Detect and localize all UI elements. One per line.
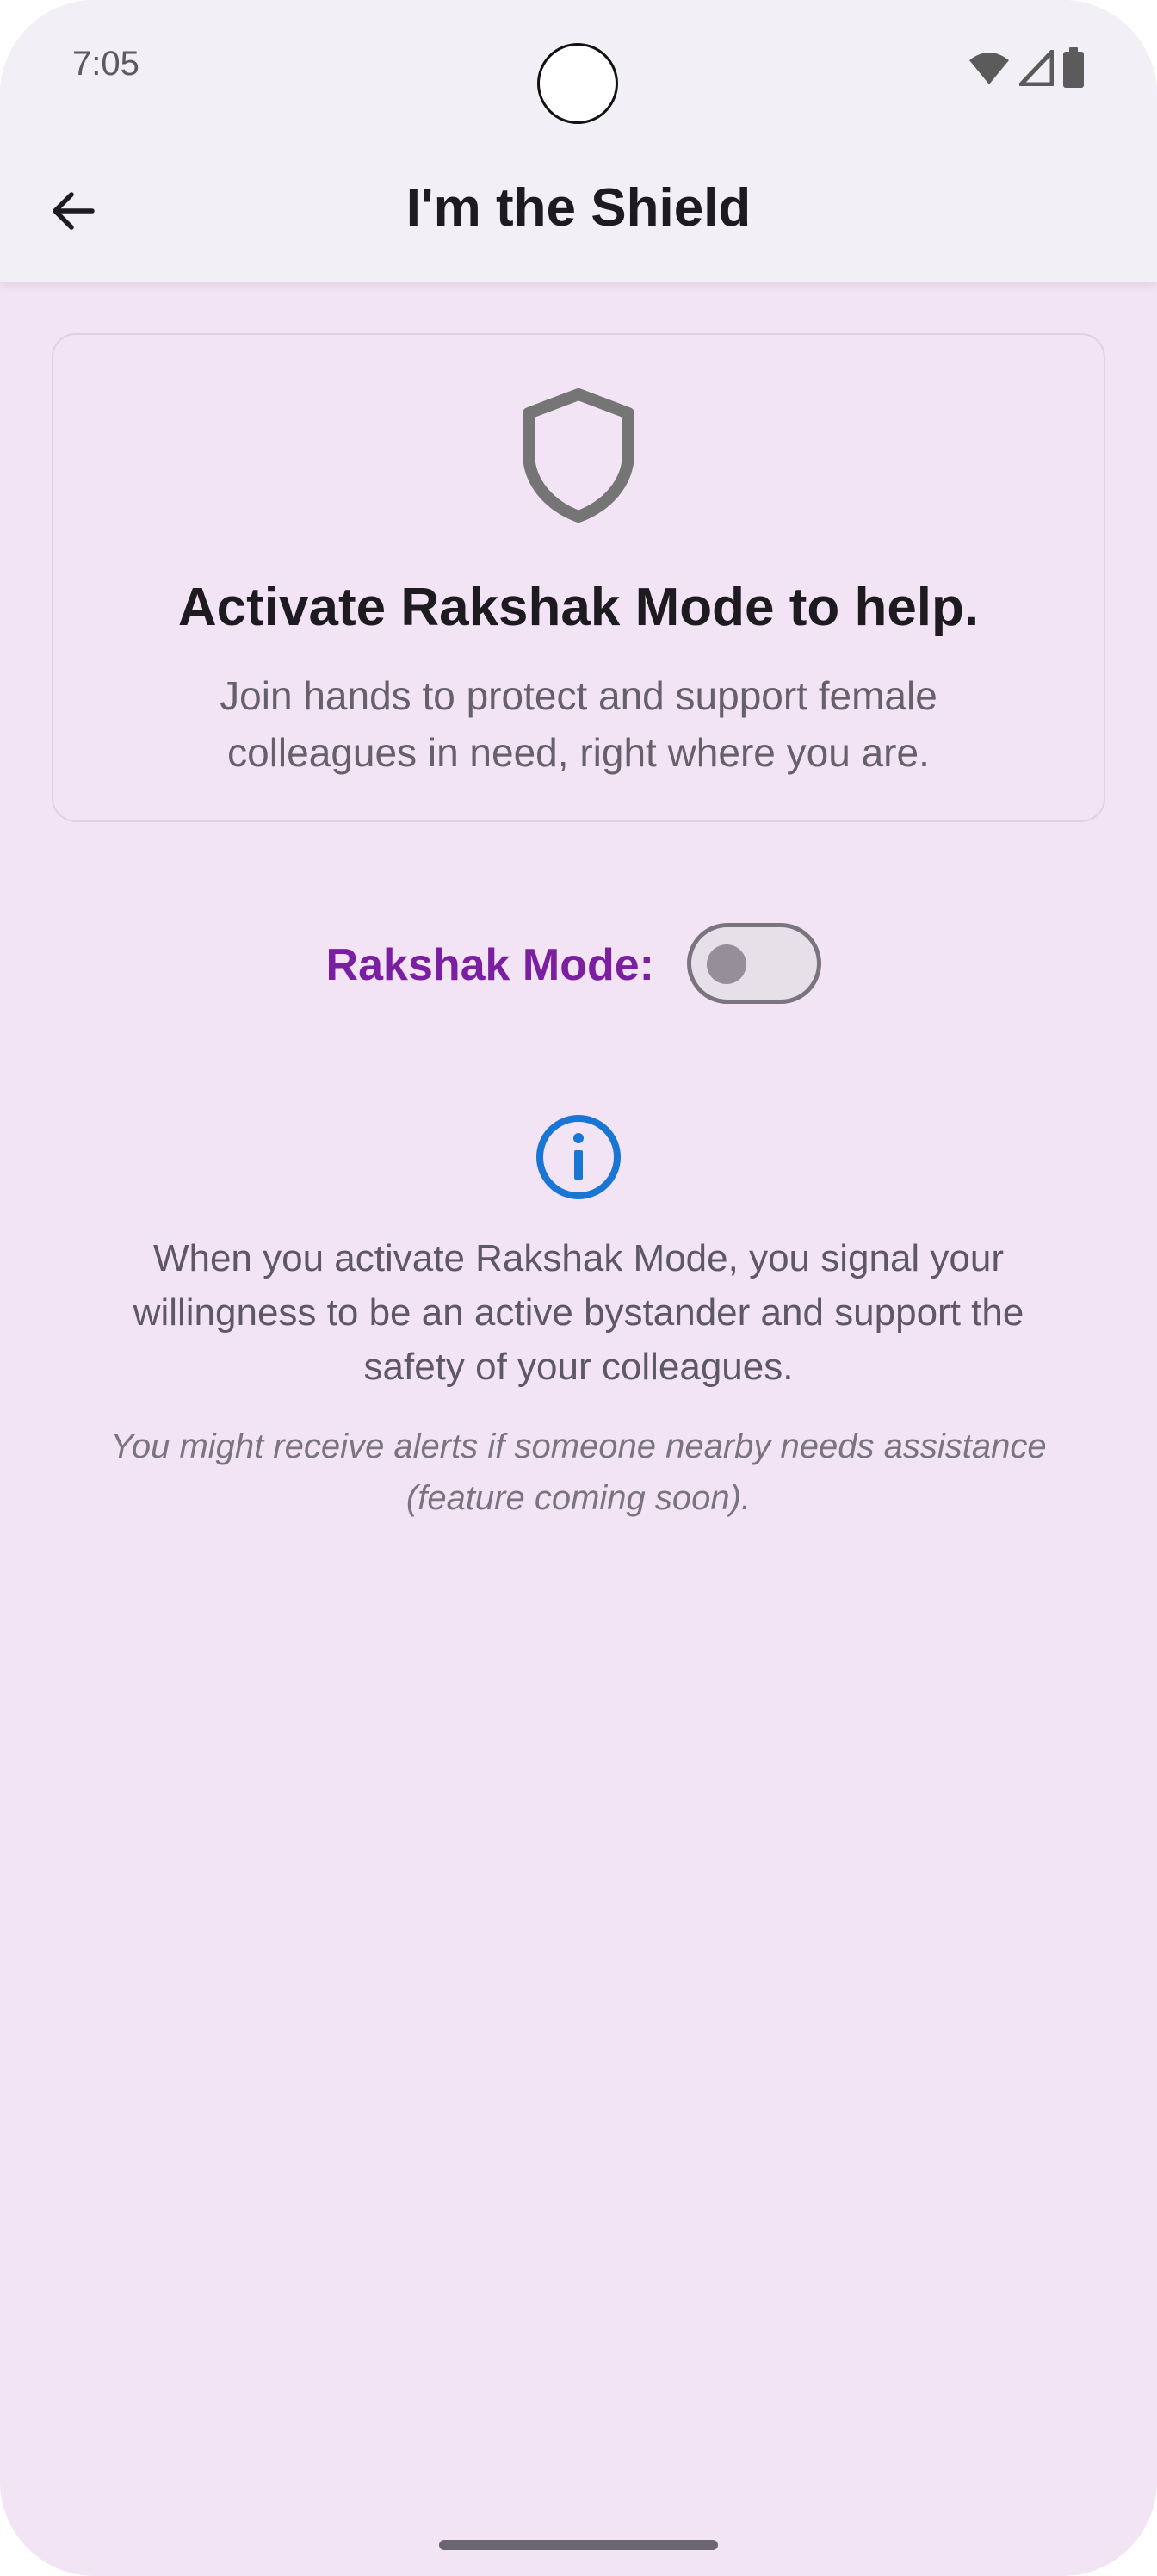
wifi-icon: [969, 53, 1009, 84]
phone-screen: 7:05 I'm the Shield Activate Rakshak Mod…: [0, 0, 1157, 2576]
card-heading: Activate Rakshak Mode to help.: [177, 578, 980, 637]
info-icon: [536, 1115, 621, 1199]
info-note: You might receive alerts if someone near…: [110, 1427, 1047, 1517]
cellular-signal-icon: [1019, 50, 1054, 86]
info-description: When you activate Rakshak Mode, you sign…: [133, 1237, 1024, 1388]
status-time: 7:05: [72, 45, 139, 83]
camera-cutout: [537, 43, 618, 124]
home-indicator[interactable]: [439, 2540, 718, 2550]
status-icons: [968, 47, 1085, 89]
rakshak-mode-label: Rakshak Mode:: [325, 940, 654, 990]
card-subtitle: Join hands to protect and support female…: [220, 673, 937, 775]
top-app-bar: 7:05 I'm the Shield: [0, 0, 1157, 282]
battery-icon: [1063, 47, 1084, 88]
rakshak-mode-switch[interactable]: [687, 923, 821, 1004]
shield-icon: [523, 388, 634, 523]
page-title: I'm the Shield: [405, 178, 752, 238]
switch-thumb: [707, 944, 746, 984]
